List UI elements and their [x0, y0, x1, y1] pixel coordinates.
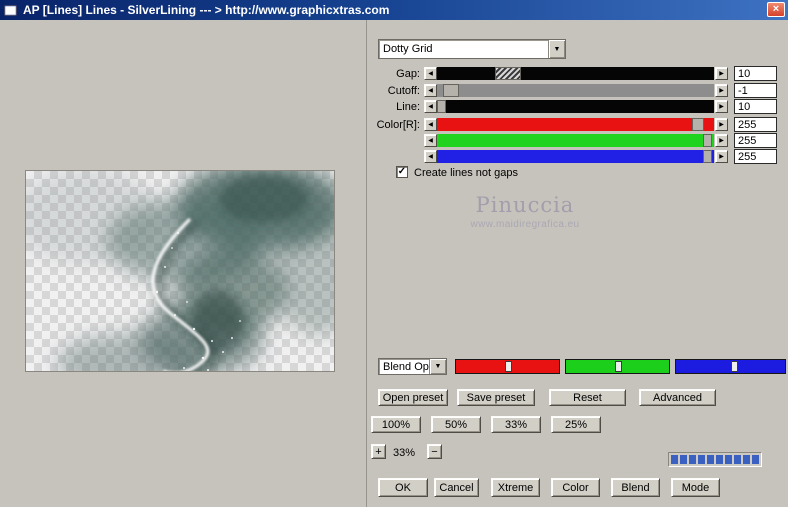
- color-b-increment-button[interactable]: ▶: [715, 150, 728, 163]
- cancel-button[interactable]: Cancel: [434, 478, 479, 497]
- color-g-decrement-button[interactable]: ◀: [424, 134, 437, 147]
- red-channel-thumb[interactable]: [505, 361, 513, 372]
- blue-channel-thumb[interactable]: [730, 361, 738, 372]
- zoom-decrease-button[interactable]: −: [427, 444, 442, 459]
- blend-button[interactable]: Blend: [611, 478, 660, 497]
- left-arrow-icon: ◀: [428, 122, 433, 128]
- blend-meter: [668, 452, 762, 467]
- chevron-down-icon[interactable]: ▼: [429, 359, 446, 374]
- right-arrow-icon: ▶: [719, 88, 724, 94]
- plugin-dialog: AP [Lines] Lines - SilverLining --- > ht…: [0, 0, 788, 507]
- color-b-value-input[interactable]: 255: [734, 149, 777, 164]
- line-decrement-button[interactable]: ◀: [424, 100, 437, 113]
- xtreme-button[interactable]: Xtreme: [491, 478, 540, 497]
- color-g-value-input[interactable]: 255: [734, 133, 777, 148]
- left-arrow-icon: ◀: [428, 154, 433, 160]
- title-bar[interactable]: AP [Lines] Lines - SilverLining --- > ht…: [0, 0, 788, 20]
- ok-button[interactable]: OK: [378, 478, 428, 497]
- color-button[interactable]: Color: [551, 478, 600, 497]
- line-value-input[interactable]: 10: [734, 99, 777, 114]
- slider-row-color-g: ◀ ▶ 255: [372, 133, 777, 148]
- advanced-button[interactable]: Advanced: [639, 389, 716, 406]
- watermark: Pinuccia www.maidiregrafica.eu: [430, 193, 620, 230]
- blend-options-value: Blend Optio: [383, 360, 429, 373]
- slider-track[interactable]: [437, 100, 714, 113]
- left-arrow-icon: ◀: [428, 104, 433, 110]
- window-title: AP [Lines] Lines - SilverLining --- > ht…: [23, 3, 390, 17]
- slider-row-cutoff: Cutoff: ◀ ▶ -1: [372, 83, 777, 98]
- line-label: Line:: [396, 101, 420, 113]
- cutoff-value-input[interactable]: -1: [734, 83, 777, 98]
- color-b-decrement-button[interactable]: ◀: [424, 150, 437, 163]
- watermark-url: www.maidiregrafica.eu: [470, 219, 580, 230]
- open-preset-button[interactable]: Open preset: [378, 389, 448, 406]
- zoom-33-button[interactable]: 33%: [491, 416, 541, 433]
- color-r-value-input[interactable]: 255: [734, 117, 777, 132]
- chevron-down-icon[interactable]: ▼: [548, 40, 565, 58]
- right-arrow-icon: ▶: [719, 154, 724, 160]
- pattern-preset-value: Dotty Grid: [383, 43, 433, 55]
- right-arrow-icon: ▶: [719, 104, 724, 110]
- right-arrow-icon: ▶: [719, 138, 724, 144]
- gap-decrement-button[interactable]: ◀: [424, 67, 437, 80]
- smoke-artwork: [26, 171, 334, 371]
- gap-label: Gap:: [396, 68, 420, 80]
- slider-track[interactable]: [437, 118, 714, 131]
- create-lines-checkbox[interactable]: ✓: [396, 166, 408, 178]
- slider-thumb[interactable]: [702, 134, 712, 147]
- zoom-100-button[interactable]: 100%: [371, 416, 421, 433]
- slider-row-color-r: Color[R]: ◀ ▶ 255: [372, 117, 777, 132]
- slider-track[interactable]: [437, 150, 714, 163]
- gap-value-input[interactable]: 10: [734, 66, 777, 81]
- pattern-preset-dropdown[interactable]: Dotty Grid ▼: [378, 39, 566, 59]
- slider-thumb[interactable]: [495, 67, 522, 80]
- green-channel-thumb[interactable]: [615, 361, 623, 372]
- reset-button[interactable]: Reset: [549, 389, 626, 406]
- green-channel-slider[interactable]: [565, 359, 670, 374]
- zoom-25-button[interactable]: 25%: [551, 416, 601, 433]
- color-r-decrement-button[interactable]: ◀: [424, 118, 437, 131]
- zoom-50-button[interactable]: 50%: [431, 416, 481, 433]
- gap-increment-button[interactable]: ▶: [715, 67, 728, 80]
- panel-divider: [366, 20, 367, 507]
- zoom-level-label: 33%: [393, 447, 416, 459]
- blue-channel-slider[interactable]: [675, 359, 786, 374]
- color-g-increment-button[interactable]: ▶: [715, 134, 728, 147]
- create-lines-checkbox-label: Create lines not gaps: [414, 167, 518, 179]
- left-arrow-icon: ◀: [428, 88, 433, 94]
- preview-image: [25, 170, 335, 372]
- mode-button[interactable]: Mode: [671, 478, 720, 497]
- slider-thumb[interactable]: [442, 84, 459, 97]
- slider-track[interactable]: [437, 67, 714, 80]
- line-increment-button[interactable]: ▶: [715, 100, 728, 113]
- close-button[interactable]: ×: [767, 2, 785, 17]
- slider-track[interactable]: [437, 84, 714, 97]
- save-preset-button[interactable]: Save preset: [457, 389, 535, 406]
- cutoff-decrement-button[interactable]: ◀: [424, 84, 437, 97]
- app-icon: [4, 4, 17, 16]
- cutoff-increment-button[interactable]: ▶: [715, 84, 728, 97]
- color-r-label: Color[R]:: [376, 119, 420, 131]
- slider-thumb[interactable]: [702, 150, 712, 163]
- slider-row-line: Line: ◀ ▶ 10: [372, 99, 777, 114]
- watermark-name: Pinuccia: [475, 193, 575, 217]
- left-arrow-icon: ◀: [428, 138, 433, 144]
- right-arrow-icon: ▶: [719, 122, 724, 128]
- slider-row-color-b: ◀ ▶ 255: [372, 149, 777, 164]
- slider-thumb[interactable]: [437, 100, 446, 113]
- zoom-increase-button[interactable]: +: [371, 444, 386, 459]
- slider-row-gap: Gap: ◀ ▶ 10: [372, 66, 777, 81]
- color-r-increment-button[interactable]: ▶: [715, 118, 728, 131]
- slider-track[interactable]: [437, 134, 714, 147]
- right-arrow-icon: ▶: [719, 71, 724, 77]
- left-arrow-icon: ◀: [428, 71, 433, 77]
- cutoff-label: Cutoff:: [387, 85, 420, 97]
- red-channel-slider[interactable]: [455, 359, 560, 374]
- blend-options-dropdown[interactable]: Blend Optio ▼: [378, 358, 447, 375]
- slider-thumb[interactable]: [691, 118, 704, 131]
